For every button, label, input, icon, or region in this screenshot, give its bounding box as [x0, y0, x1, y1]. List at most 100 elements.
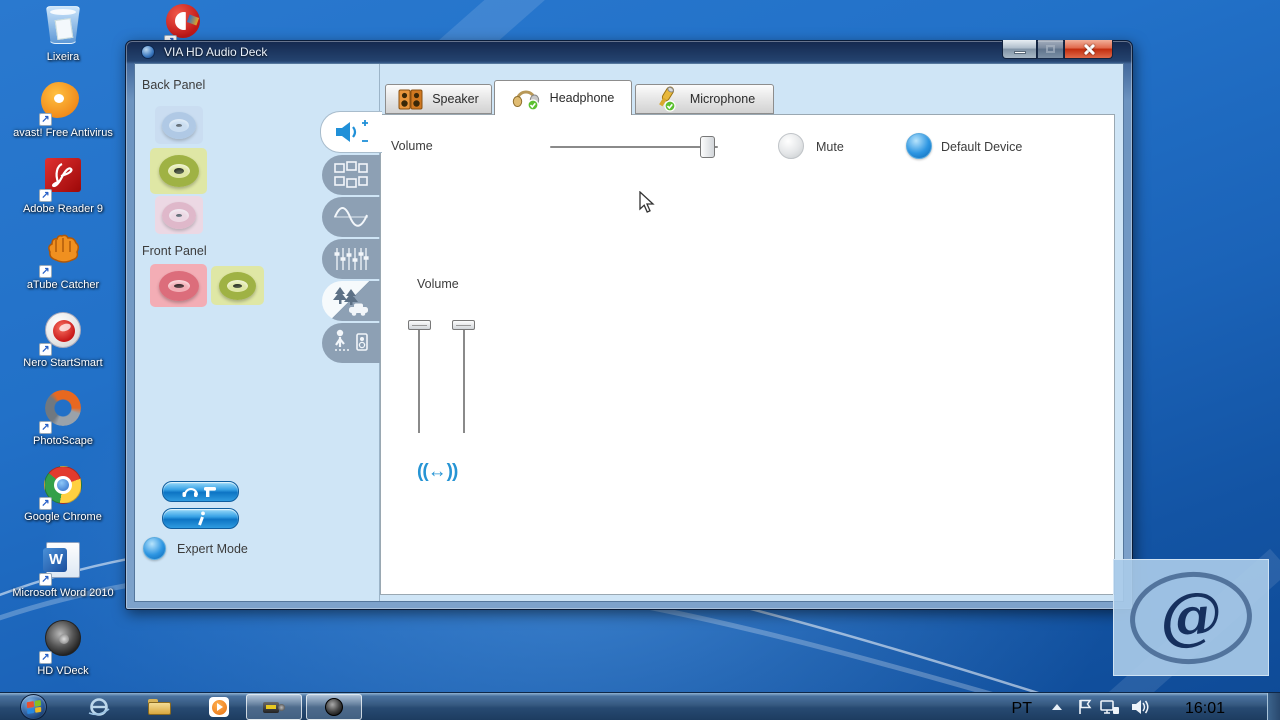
taskbar: PT 16:01 — [0, 692, 1280, 720]
close-button[interactable] — [1064, 40, 1113, 59]
window-content: Back Panel Front Panel Speaker Headphone… — [134, 63, 1124, 602]
taskbar-internet-explorer[interactable] — [84, 695, 114, 719]
default-device-label: Default Device — [941, 140, 1023, 154]
headphone-panel: Volume Mute Default Device Volume ((↔)) — [380, 114, 1115, 595]
minimize-button[interactable] — [1002, 40, 1037, 59]
desktop-icon-nero[interactable]: ↗ Nero StartSmart — [7, 312, 119, 370]
master-volume-label: Volume — [391, 139, 433, 153]
desktop-icon-label: aTube Catcher — [26, 279, 100, 291]
show-hidden-icons-chevron[interactable] — [1052, 704, 1062, 710]
microsoft-word-icon: ↗ — [39, 542, 85, 586]
action-center-flag-icon[interactable] — [1076, 698, 1092, 720]
nero-startsmart-icon: ↗ — [39, 312, 85, 356]
maximize-button[interactable] — [1037, 40, 1064, 59]
channel-left-slider-handle[interactable] — [408, 320, 431, 330]
expert-mode-control[interactable]: Expert Mode — [143, 537, 248, 560]
desktop-icon-label: PhotoScape — [33, 435, 93, 447]
headset-tools-icon — [182, 487, 216, 497]
recycle-bin-icon — [41, 6, 85, 48]
adobe-reader-icon: ↗ — [39, 158, 85, 202]
front-jack-green[interactable] — [211, 266, 264, 305]
back-jack-pink[interactable] — [155, 196, 203, 234]
tab-label: Microphone — [689, 92, 756, 106]
channel-right-slider-handle[interactable] — [452, 320, 475, 330]
at-symbol: @ — [1157, 576, 1225, 654]
taskbar-media-player[interactable] — [204, 695, 234, 719]
desktop-icon-label: Adobe Reader 9 — [22, 203, 104, 215]
master-volume-slider-track[interactable] — [550, 146, 718, 148]
desktop-icon-lixeira[interactable]: Lixeira — [7, 6, 119, 64]
desktop-icon-label: Microsoft Word 2010 — [12, 587, 114, 599]
shortcut-arrow-icon: ↗ — [39, 189, 52, 202]
channel-left-slider-track[interactable] — [418, 327, 420, 433]
start-button[interactable] — [20, 694, 47, 720]
shortcut-arrow-icon: ↗ — [39, 343, 52, 356]
taskbar-window-recorder[interactable] — [246, 694, 302, 720]
tab-speaker[interactable]: Speaker — [385, 84, 492, 114]
information-button[interactable] — [162, 508, 239, 529]
speaker-config-icon — [334, 161, 368, 188]
channel-right-slider-track[interactable] — [463, 327, 465, 433]
back-jack-green[interactable] — [150, 148, 207, 194]
atube-catcher-icon: ↗ — [39, 234, 85, 278]
camcorder-icon — [263, 700, 285, 714]
desktop-icon-hd-vdeck[interactable]: ↗ HD VDeck — [7, 620, 119, 678]
channel-sync-icon[interactable]: ((↔)) — [417, 461, 458, 483]
expert-mode-toggle[interactable] — [143, 537, 166, 560]
tool-tab-volume[interactable] — [320, 111, 382, 153]
show-desktop-button[interactable] — [1267, 693, 1280, 720]
back-panel-label: Back Panel — [142, 78, 206, 92]
front-panel-label: Front Panel — [142, 244, 207, 258]
desktop-icon-chrome[interactable]: ↗ Google Chrome — [7, 466, 119, 524]
language-indicator[interactable]: PT — [1012, 700, 1032, 718]
channels-volume-label: Volume — [417, 277, 459, 291]
close-icon — [1083, 43, 1095, 55]
tab-label: Headphone — [549, 91, 615, 105]
desktop-icon-adobe-reader[interactable]: ↗ Adobe Reader 9 — [7, 158, 119, 216]
tool-tab-room-correction[interactable] — [322, 323, 380, 363]
shortcut-arrow-icon: ↗ — [39, 113, 52, 126]
desktop-icon-photoscape[interactable]: ↗ PhotoScape — [7, 390, 119, 448]
hd-vdeck-icon: ↗ — [39, 620, 85, 664]
volume-tray-icon[interactable] — [1130, 698, 1150, 720]
tool-tab-environment[interactable] — [322, 281, 380, 321]
watermark-ring: @ — [1126, 567, 1256, 668]
front-jack-red[interactable] — [150, 264, 207, 307]
via-logo-icon — [141, 45, 155, 59]
audio-deck-disc-icon — [325, 698, 343, 716]
mute-toggle[interactable] — [778, 133, 804, 159]
windows-logo-icon — [26, 699, 41, 715]
window-titlebar[interactable]: VIA HD Audio Deck — [126, 41, 1132, 63]
equalizer-icon — [334, 248, 369, 270]
expert-mode-label: Expert Mode — [177, 541, 248, 556]
tab-label: Speaker — [432, 92, 479, 106]
speaker-tab-icon — [398, 89, 423, 109]
minimize-icon — [1013, 50, 1026, 54]
settings-button[interactable] — [162, 481, 239, 502]
desktop-icon-label: Nero StartSmart — [23, 357, 103, 369]
tool-tab-default-format[interactable] — [322, 197, 380, 237]
taskbar-clock[interactable]: 16:01 — [1185, 700, 1225, 718]
desktop-icon-label: avast! Free Antivirus — [13, 127, 113, 139]
taskbar-explorer[interactable] — [144, 695, 174, 719]
desktop-icon-atube-catcher[interactable]: ↗ aTube Catcher — [7, 234, 119, 292]
avast-icon: ↗ — [39, 82, 85, 126]
network-icon[interactable] — [1100, 698, 1120, 720]
default-device-toggle[interactable] — [906, 133, 932, 159]
tool-tab-speaker-config[interactable] — [322, 155, 380, 195]
desktop-icon-avast[interactable]: ↗ avast! Free Antivirus — [7, 82, 119, 140]
headphone-tab-icon — [512, 90, 539, 111]
tab-headphone[interactable]: Headphone — [494, 80, 632, 115]
tool-tab-equalizer[interactable] — [322, 239, 380, 279]
shortcut-arrow-icon: ↗ — [39, 421, 52, 434]
back-jack-blue[interactable] — [155, 106, 203, 144]
tab-microphone[interactable]: Microphone — [635, 84, 774, 114]
sine-wave-icon — [334, 207, 368, 227]
desktop-icon-label: Google Chrome — [24, 511, 102, 523]
mouse-cursor — [639, 191, 655, 213]
maximize-icon — [1046, 45, 1055, 53]
desktop-icon-word[interactable]: ↗ Microsoft Word 2010 — [7, 542, 119, 600]
shortcut-arrow-icon: ↗ — [39, 497, 52, 510]
master-volume-slider-handle[interactable] — [700, 136, 715, 158]
taskbar-window-audio-deck[interactable] — [306, 694, 362, 720]
